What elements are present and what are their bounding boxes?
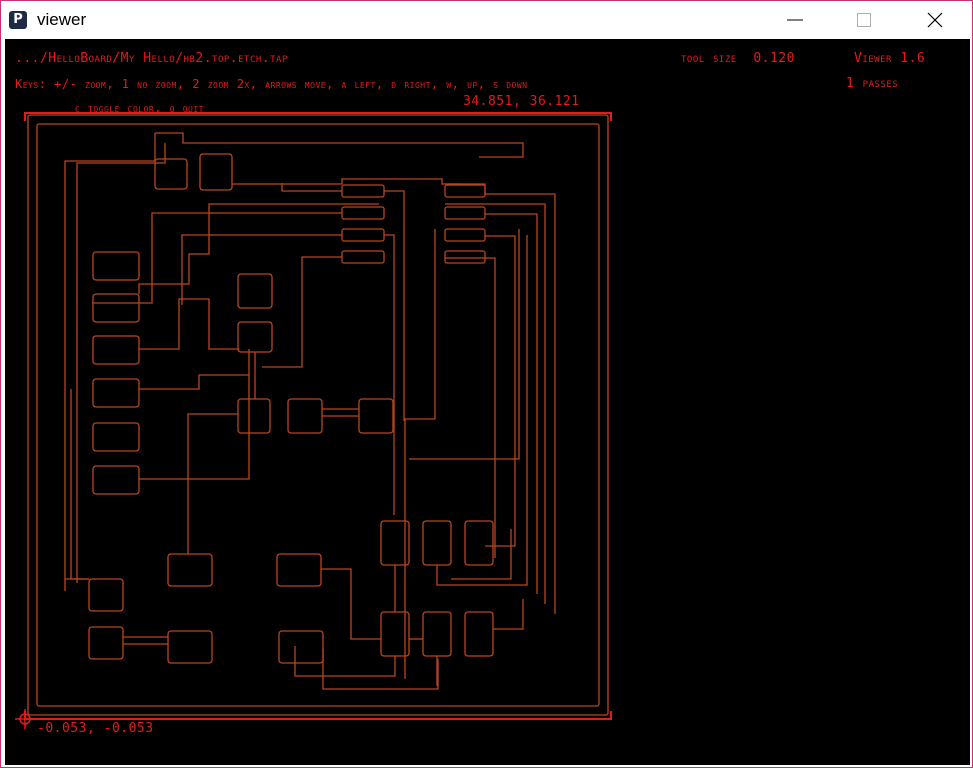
pad xyxy=(237,398,271,434)
trace xyxy=(139,374,249,390)
trace xyxy=(321,568,381,640)
crosshair-icon xyxy=(15,709,35,729)
minimize-icon xyxy=(787,19,803,21)
toolpath-traces xyxy=(27,114,609,716)
maximize-icon xyxy=(857,13,871,27)
title-bar[interactable]: P viewer xyxy=(1,1,972,39)
trace xyxy=(294,646,396,677)
pad xyxy=(341,184,385,198)
pad xyxy=(341,206,385,220)
pad xyxy=(237,321,273,353)
pad xyxy=(278,630,324,664)
trace xyxy=(138,203,379,294)
pad xyxy=(444,206,486,220)
window-title: viewer xyxy=(37,10,87,29)
board-outline-outer xyxy=(27,114,609,716)
pad xyxy=(88,578,124,612)
pad xyxy=(422,520,452,566)
close-button[interactable] xyxy=(912,1,958,39)
pad xyxy=(92,335,140,365)
trace xyxy=(92,212,342,304)
trace xyxy=(139,298,239,350)
pad xyxy=(287,398,323,434)
pad xyxy=(92,378,140,408)
trace xyxy=(485,235,516,547)
pad xyxy=(444,184,486,198)
trace xyxy=(181,234,342,305)
trace xyxy=(445,183,556,614)
viewer-window: P viewer .../HelloBoard/My Hello/hb2.top… xyxy=(0,0,973,768)
pad xyxy=(92,251,140,281)
processing-app-icon: P xyxy=(9,11,27,29)
trace xyxy=(232,178,462,185)
trace xyxy=(64,133,156,591)
toolpath-drawing xyxy=(15,112,612,729)
pad xyxy=(341,250,385,264)
pad xyxy=(199,153,233,191)
pad xyxy=(167,630,213,664)
frame-top-edge xyxy=(24,112,612,121)
maximize-button[interactable] xyxy=(841,1,887,39)
pad xyxy=(464,520,494,566)
pad xyxy=(341,228,385,242)
pad xyxy=(358,398,394,434)
trace xyxy=(384,234,395,515)
close-icon xyxy=(927,12,943,28)
trace xyxy=(70,389,89,580)
pad xyxy=(92,422,140,452)
trace xyxy=(493,599,524,630)
pad xyxy=(422,611,452,657)
pad xyxy=(88,626,124,660)
pad xyxy=(237,273,273,309)
minimize-button[interactable] xyxy=(772,1,818,39)
trace xyxy=(187,413,238,554)
pad xyxy=(92,465,140,495)
pad xyxy=(464,611,494,657)
trace xyxy=(262,256,342,368)
pad xyxy=(276,553,322,587)
pad xyxy=(444,228,486,242)
pad xyxy=(444,250,486,264)
trace xyxy=(322,649,439,690)
pad xyxy=(92,293,140,323)
trace xyxy=(445,257,496,558)
trace xyxy=(76,143,166,583)
toolpath-canvas[interactable]: .../HelloBoard/My Hello/hb2.top.etch.tap… xyxy=(5,39,970,765)
trace xyxy=(451,529,512,580)
pad xyxy=(167,553,213,587)
